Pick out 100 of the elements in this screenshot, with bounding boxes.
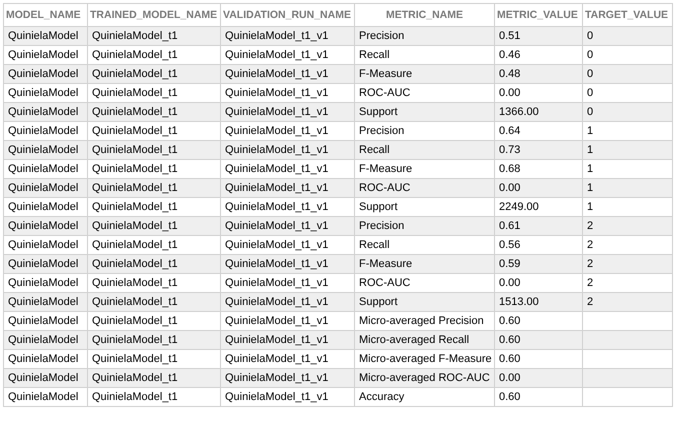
table-cell: 0 <box>582 84 672 102</box>
column-header: METRIC_NAME <box>354 4 494 26</box>
column-header: VALIDATION_RUN_NAME <box>220 4 354 26</box>
table-cell: QuinielaModel <box>4 236 88 254</box>
table-cell: 0.00 <box>494 178 582 198</box>
table-cell: Micro-averaged Recall <box>354 330 494 350</box>
table-cell: QuinielaModel_t1_v1 <box>220 254 354 274</box>
table-cell: 0.73 <box>494 140 582 160</box>
table-cell: F-Measure <box>354 160 494 178</box>
table-cell: QuinielaModel_t1 <box>88 274 220 292</box>
table-cell: QuinielaModel_t1_v1 <box>220 236 354 254</box>
table-cell: Precision <box>354 26 494 46</box>
table-cell: QuinielaModel <box>4 350 88 368</box>
table-cell: QuinielaModel_t1_v1 <box>220 350 354 368</box>
table-cell: QuinielaModel_t1 <box>88 84 220 102</box>
table-cell: QuinielaModel_t1_v1 <box>220 122 354 140</box>
table-cell: QuinielaModel_t1 <box>88 312 220 330</box>
column-header: METRIC_VALUE <box>494 4 582 26</box>
table-cell: 0 <box>582 64 672 84</box>
table-cell: QuinielaModel_t1_v1 <box>220 388 354 406</box>
table-cell: QuinielaModel <box>4 160 88 178</box>
table-cell: QuinielaModel_t1_v1 <box>220 312 354 330</box>
table-cell: QuinielaModel <box>4 26 88 46</box>
table-cell: QuinielaModel_t1 <box>88 292 220 312</box>
table-cell: Support <box>354 198 494 216</box>
table-cell: 2 <box>582 274 672 292</box>
table-cell: Recall <box>354 46 494 64</box>
table-cell: QuinielaModel <box>4 64 88 84</box>
table-cell: QuinielaModel <box>4 254 88 274</box>
table-cell: 0.00 <box>494 368 582 388</box>
table-cell: 0.59 <box>494 254 582 274</box>
table-cell: QuinielaModel_t1_v1 <box>220 26 354 46</box>
table-cell: 0.60 <box>494 330 582 350</box>
table-cell: QuinielaModel_t1_v1 <box>220 64 354 84</box>
table-cell: 2 <box>582 292 672 312</box>
table-cell: F-Measure <box>354 254 494 274</box>
table-cell: 2 <box>582 236 672 254</box>
table-cell: 0.60 <box>494 388 582 406</box>
table-cell: Micro-averaged F-Measure <box>354 350 494 368</box>
table-cell: 1513.00 <box>494 292 582 312</box>
table-cell: QuinielaModel_t1 <box>88 388 220 406</box>
table-cell: 0.00 <box>494 274 582 292</box>
column-header: TRAINED_MODEL_NAME <box>88 4 220 26</box>
table-cell: QuinielaModel_t1 <box>88 368 220 388</box>
table-cell: QuinielaModel_t1_v1 <box>220 178 354 198</box>
table-cell: QuinielaModel <box>4 388 88 406</box>
table-cell: QuinielaModel <box>4 198 88 216</box>
table-cell: QuinielaModel_t1 <box>88 216 220 236</box>
table-cell: Support <box>354 292 494 312</box>
table-cell: QuinielaModel <box>4 312 88 330</box>
table-cell: 0.60 <box>494 312 582 330</box>
table-cell: 1 <box>582 122 672 140</box>
table-cell: 0.00 <box>494 84 582 102</box>
table-cell: QuinielaModel_t1_v1 <box>220 198 354 216</box>
table-cell: Accuracy <box>354 388 494 406</box>
table-cell: 0.68 <box>494 160 582 178</box>
table-cell: QuinielaModel <box>4 292 88 312</box>
table-cell: 0.64 <box>494 122 582 140</box>
table-cell: QuinielaModel <box>4 102 88 122</box>
table-cell: 0.56 <box>494 236 582 254</box>
table-cell: QuinielaModel_t1_v1 <box>220 160 354 178</box>
table-cell: 0.60 <box>494 350 582 368</box>
table-cell: ROC-AUC <box>354 274 494 292</box>
table-cell: QuinielaModel <box>4 178 88 198</box>
table-cell: 1 <box>582 160 672 178</box>
table-cell: QuinielaModel <box>4 46 88 64</box>
table-cell: Recall <box>354 236 494 254</box>
table-cell: F-Measure <box>354 64 494 84</box>
table-cell: ROC-AUC <box>354 178 494 198</box>
table-cell: QuinielaModel_t1 <box>88 178 220 198</box>
table-cell: QuinielaModel_t1_v1 <box>220 330 354 350</box>
table-cell: 0.61 <box>494 216 582 236</box>
table-cell: Support <box>354 102 494 122</box>
table-cell: QuinielaModel_t1 <box>88 254 220 274</box>
table-cell: QuinielaModel_t1 <box>88 64 220 84</box>
table-cell: QuinielaModel <box>4 330 88 350</box>
table-cell: QuinielaModel_t1_v1 <box>220 102 354 122</box>
table-cell: 0.46 <box>494 46 582 64</box>
table-cell: QuinielaModel_t1_v1 <box>220 84 354 102</box>
table-cell: QuinielaModel_t1 <box>88 46 220 64</box>
table-cell: Precision <box>354 122 494 140</box>
table-cell: 1 <box>582 178 672 198</box>
table-cell: QuinielaModel <box>4 216 88 236</box>
table-cell: QuinielaModel <box>4 122 88 140</box>
table-cell: Micro-averaged Precision <box>354 312 494 330</box>
column-header: TARGET_VALUE <box>582 4 672 26</box>
table-cell: QuinielaModel_t1_v1 <box>220 216 354 236</box>
table-cell: QuinielaModel_t1 <box>88 26 220 46</box>
table-cell: QuinielaModel_t1 <box>88 160 220 178</box>
table-cell: ROC-AUC <box>354 84 494 102</box>
table-cell: 0.51 <box>494 26 582 46</box>
table-cell: 1 <box>582 198 672 216</box>
table-cell: QuinielaModel_t1 <box>88 122 220 140</box>
table-cell: QuinielaModel_t1 <box>88 198 220 216</box>
table-cell: 2 <box>582 254 672 274</box>
table-cell: 0.48 <box>494 64 582 84</box>
table-cell: QuinielaModel_t1_v1 <box>220 368 354 388</box>
table-cell: QuinielaModel <box>4 84 88 102</box>
table-cell: 1366.00 <box>494 102 582 122</box>
table-cell: Recall <box>354 140 494 160</box>
